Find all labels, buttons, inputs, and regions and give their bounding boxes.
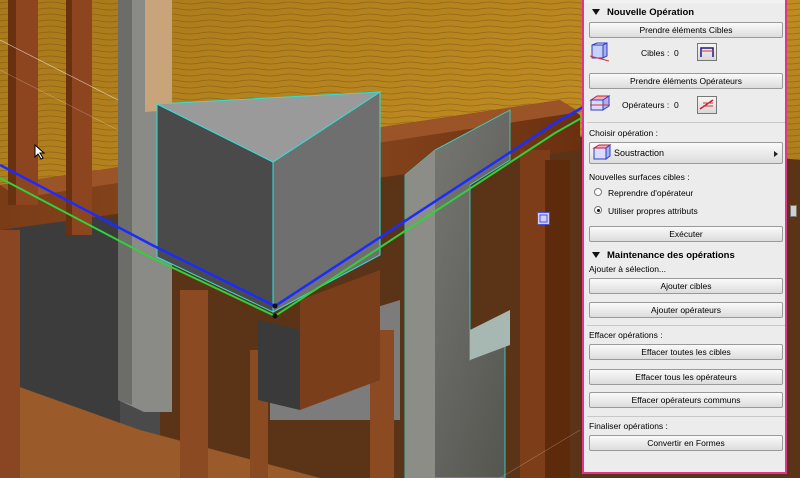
pick-target-tool[interactable] <box>697 43 717 61</box>
add-targets-button[interactable]: Ajouter cibles <box>589 278 783 294</box>
new-operation-title: Nouvelle Opération <box>607 6 695 18</box>
targets-count: 0 <box>674 48 679 58</box>
snap-point-icon[interactable] <box>537 212 550 225</box>
radio-own-attributes-label: Utiliser propres attributs <box>608 206 698 216</box>
collapse-triangle-icon <box>592 9 600 15</box>
operators-label: Opérateurs : <box>622 100 670 110</box>
add-operators-button[interactable]: Ajouter opérateurs <box>589 302 783 318</box>
radio-reuse-operator-label: Reprendre d'opérateur <box>608 188 694 198</box>
solid-target-icon <box>589 42 610 62</box>
new-operation-header[interactable]: Nouvelle Opération <box>584 4 792 20</box>
take-operators-button[interactable]: Prendre éléments Opérateurs <box>589 73 783 89</box>
operation-value: Soustraction <box>614 148 665 158</box>
targets-label: Cibles : <box>641 48 670 58</box>
operation-select[interactable]: Soustraction <box>589 142 783 164</box>
radio-reuse-operator[interactable] <box>594 188 602 196</box>
operators-count: 0 <box>674 100 679 110</box>
solid-operations-palette: Nouvelle Opération Prendre éléments Cibl… <box>582 0 787 474</box>
maintenance-title: Maintenance des opérations <box>607 249 735 261</box>
execute-button[interactable]: Exécuter <box>589 226 783 242</box>
choose-operation-label: Choisir opération : <box>589 128 658 138</box>
new-surfaces-label: Nouvelles surfaces cibles : <box>589 172 690 182</box>
arrow-cursor-icon <box>34 144 46 160</box>
subtraction-icon <box>592 144 612 160</box>
post-3 <box>0 230 20 478</box>
finalize-operations-label: Finaliser opérations : <box>589 421 668 431</box>
pick-target-icon <box>700 47 714 57</box>
collapse-triangle-icon <box>592 252 600 258</box>
post-4 <box>180 290 208 478</box>
dropdown-arrow-icon <box>774 151 778 157</box>
delete-all-targets-button[interactable]: Effacer toutes les cibles <box>589 344 783 360</box>
delete-all-operators-button[interactable]: Effacer tous les opérateurs <box>589 369 783 385</box>
delete-common-operators-button[interactable]: Effacer opérateurs communs <box>589 392 783 408</box>
add-to-selection-label: Ajouter à sélection... <box>589 264 667 274</box>
pick-operator-tool[interactable] <box>697 96 717 114</box>
radio-own-attributes[interactable] <box>594 206 602 214</box>
convert-to-shapes-button[interactable]: Convertir en Formes <box>589 435 783 451</box>
maintenance-header[interactable]: Maintenance des opérations <box>584 247 792 263</box>
delete-operations-label: Effacer opérations : <box>589 330 663 340</box>
take-targets-button[interactable]: Prendre éléments Cibles <box>589 22 783 38</box>
pick-operator-icon <box>699 99 714 110</box>
scroll-handle[interactable] <box>790 205 797 217</box>
solid-operator-icon <box>589 95 611 111</box>
